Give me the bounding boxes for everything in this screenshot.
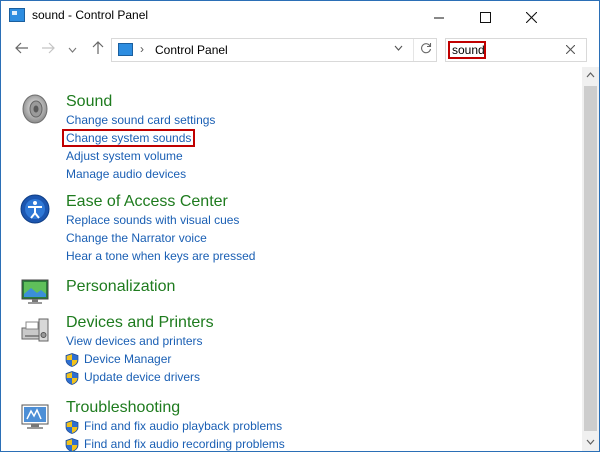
scroll-up-button[interactable]	[582, 67, 599, 84]
vertical-scrollbar[interactable]	[582, 67, 599, 451]
chevron-down-icon	[586, 439, 595, 445]
group-title-sound[interactable]: Sound	[66, 93, 112, 111]
breadcrumb-separator[interactable]: ›	[140, 42, 144, 56]
title-bar[interactable]: sound - Control Panel	[1, 1, 599, 31]
back-button[interactable]	[13, 41, 31, 59]
chevron-down-icon	[394, 45, 403, 51]
window-title: sound - Control Panel	[32, 8, 149, 22]
minimize-icon	[433, 17, 444, 19]
personalization-icon	[21, 279, 49, 304]
uac-shield-icon	[65, 353, 79, 367]
group-title-personalization[interactable]: Personalization	[66, 278, 175, 296]
link-fix-audio-playback[interactable]: Find and fix audio playback problems	[84, 419, 282, 433]
refresh-icon	[420, 43, 431, 54]
search-results: Sound Change sound card settings Change …	[1, 67, 581, 451]
close-icon	[565, 44, 576, 55]
close-icon	[525, 11, 537, 24]
navigation-bar: › Control Panel	[1, 34, 599, 66]
uac-shield-icon	[65, 371, 79, 385]
forward-arrow-icon	[42, 42, 55, 54]
control-panel-icon	[118, 43, 133, 56]
breadcrumb-control-panel[interactable]: Control Panel	[155, 43, 228, 57]
address-bar[interactable]: › Control Panel	[111, 38, 437, 62]
forward-button[interactable]	[39, 41, 57, 59]
link-manage-audio-devices[interactable]: Manage audio devices	[66, 167, 186, 181]
devices-printers-icon	[21, 318, 49, 342]
ease-of-access-icon	[20, 194, 50, 224]
up-arrow-icon	[92, 41, 104, 54]
maximize-button[interactable]	[462, 1, 508, 31]
group-title-devices-printers[interactable]: Devices and Printers	[66, 314, 214, 332]
link-adjust-system-volume[interactable]: Adjust system volume	[66, 149, 183, 163]
uac-shield-icon	[65, 438, 79, 451]
link-change-narrator-voice[interactable]: Change the Narrator voice	[66, 231, 207, 245]
search-box[interactable]	[445, 38, 587, 62]
control-panel-window: sound - Control Panel › Control Panel so…	[0, 0, 600, 452]
link-update-device-drivers[interactable]: Update device drivers	[84, 370, 200, 384]
close-button[interactable]	[508, 1, 554, 31]
link-view-devices-printers[interactable]: View devices and printers	[66, 334, 203, 348]
chevron-up-icon	[586, 72, 595, 78]
uac-shield-icon	[65, 420, 79, 434]
clear-search-button[interactable]	[565, 42, 576, 57]
minimize-button[interactable]	[416, 1, 462, 31]
troubleshooting-icon	[21, 404, 49, 429]
chevron-down-icon	[68, 47, 76, 53]
link-device-manager[interactable]: Device Manager	[84, 352, 171, 366]
back-arrow-icon	[15, 42, 28, 54]
link-fix-audio-recording[interactable]: Find and fix audio recording problems	[84, 437, 285, 451]
link-replace-sounds-visual-cues[interactable]: Replace sounds with visual cues	[66, 213, 239, 227]
group-title-ease-of-access[interactable]: Ease of Access Center	[66, 193, 228, 211]
refresh-button[interactable]	[413, 39, 437, 61]
link-change-sound-card-settings[interactable]: Change sound card settings	[66, 113, 215, 127]
search-input[interactable]	[448, 41, 486, 59]
speaker-icon	[22, 94, 48, 124]
maximize-icon	[479, 11, 491, 23]
link-hear-tone-keys-pressed[interactable]: Hear a tone when keys are pressed	[66, 249, 255, 263]
group-title-troubleshooting[interactable]: Troubleshooting	[66, 399, 180, 417]
control-panel-icon	[9, 8, 25, 22]
scroll-down-button[interactable]	[582, 434, 599, 451]
address-dropdown-button[interactable]	[394, 43, 403, 53]
highlight-box	[62, 129, 195, 147]
scroll-thumb[interactable]	[584, 86, 597, 431]
up-button[interactable]	[89, 41, 107, 59]
recent-locations-button[interactable]	[63, 41, 81, 59]
